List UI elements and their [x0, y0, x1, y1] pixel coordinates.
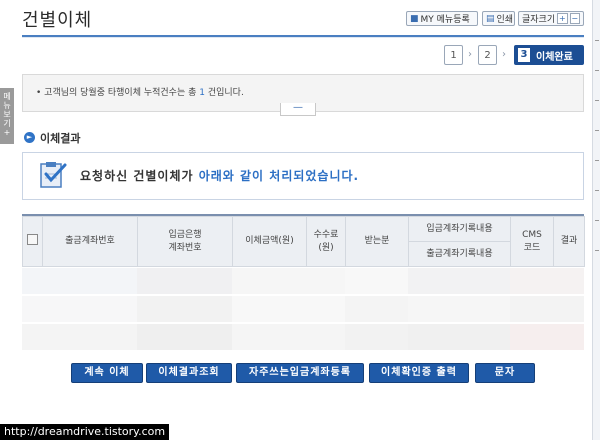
bullet-arrow-icon: ► [24, 132, 35, 143]
notice-text: • 고객님의 당월중 타행이체 누적건수는 총 1 건입니다. [36, 85, 244, 98]
table-row [22, 268, 584, 294]
my-menu-label: MY 메뉴등록 [420, 15, 470, 25]
font-size-control: 글자크기 + − [518, 11, 584, 26]
watermark-url: http://dreamdrive.tistory.com [0, 424, 170, 440]
print-confirmation-button[interactable]: 이체확인증 출력 [369, 363, 469, 383]
notice-toggle-button[interactable]: — [280, 103, 316, 116]
quick-menu-tab[interactable]: 메뉴보기 + [0, 88, 14, 144]
person-icon: ■ [410, 13, 419, 24]
header-deposit-bank: 입금은행계좌번호 [137, 216, 233, 267]
right-scroll-panel[interactable] [592, 0, 600, 440]
masked-table-rows [22, 268, 584, 350]
header-fee: 수수료 (원) [306, 216, 346, 267]
table-row [22, 324, 584, 350]
font-increase-button[interactable]: + [557, 13, 568, 24]
step-3-number: 3 [518, 48, 530, 62]
print-button[interactable]: ▤ 인쇄 [482, 11, 515, 26]
step-1: 1 [444, 45, 463, 65]
header-fee-line1: 수수료 [313, 229, 339, 240]
header-deposit-memo: 입금계좌기록내용 [408, 216, 511, 242]
title-divider-shadow [22, 37, 584, 38]
notice-prefix: • 고객님의 당월중 타행이체 누적건수는 총 [36, 88, 200, 98]
quick-menu-plus-icon: + [3, 128, 11, 137]
notice-suffix: 건입니다. [204, 88, 244, 98]
header-withdraw-account: 출금계좌번호 [42, 216, 138, 267]
header-cms-line1: CMS [522, 229, 542, 240]
transfer-inquiry-button[interactable]: 이체결과조회 [146, 363, 232, 383]
step-3-active: 3 이체완료 [514, 45, 584, 65]
header-cms-code: CMS 코드 [510, 216, 554, 267]
select-all-cell [22, 216, 43, 267]
step-3-label: 이체완료 [536, 51, 573, 63]
font-size-label: 글자크기 [522, 15, 556, 25]
section-title: 이체결과 [40, 132, 81, 145]
table-row [22, 296, 584, 322]
header-cms-line2: 코드 [523, 242, 541, 253]
header-deposit-bank-line1: 입금은행 [168, 229, 202, 240]
my-menu-button[interactable]: ■ MY 메뉴등록 [406, 11, 478, 26]
header-result: 결과 [553, 216, 585, 267]
header-fee-line2: (원) [318, 242, 334, 253]
page-title: 건별이체 [22, 10, 93, 31]
chevron-right-icon: › [468, 49, 472, 60]
printer-icon: ▤ [486, 13, 495, 24]
sms-button[interactable]: 문자 [475, 363, 535, 383]
header-recipient: 받는분 [345, 216, 409, 267]
check-document-icon [40, 162, 67, 188]
font-decrease-button[interactable]: − [569, 13, 580, 24]
step-2: 2 [478, 45, 497, 65]
header-amount: 이체금액(원) [232, 216, 307, 267]
chevron-right-icon: › [502, 49, 506, 60]
register-account-button[interactable]: 자주쓰는입금계좌등록 [236, 363, 364, 383]
quick-menu-label: 메뉴보기 [3, 92, 11, 128]
header-deposit-bank-line2: 계좌번호 [168, 242, 202, 253]
select-all-checkbox[interactable] [27, 233, 38, 245]
continue-transfer-button[interactable]: 계속 이체 [71, 363, 143, 383]
result-highlight: 아래와 같이 처리되었습니다. [198, 169, 360, 183]
header-withdraw-memo: 출금계좌기록내용 [408, 241, 511, 267]
result-table: 출금계좌번호 입금은행계좌번호 이체금액(원) 수수료 (원) 받는분 입금계좌기… [22, 216, 585, 267]
print-label: 인쇄 [496, 15, 514, 25]
result-prefix: 요청하신 건별이체가 [80, 169, 199, 183]
result-message: 요청하신 건별이체가 아래와 같이 처리되었습니다. [80, 167, 359, 184]
